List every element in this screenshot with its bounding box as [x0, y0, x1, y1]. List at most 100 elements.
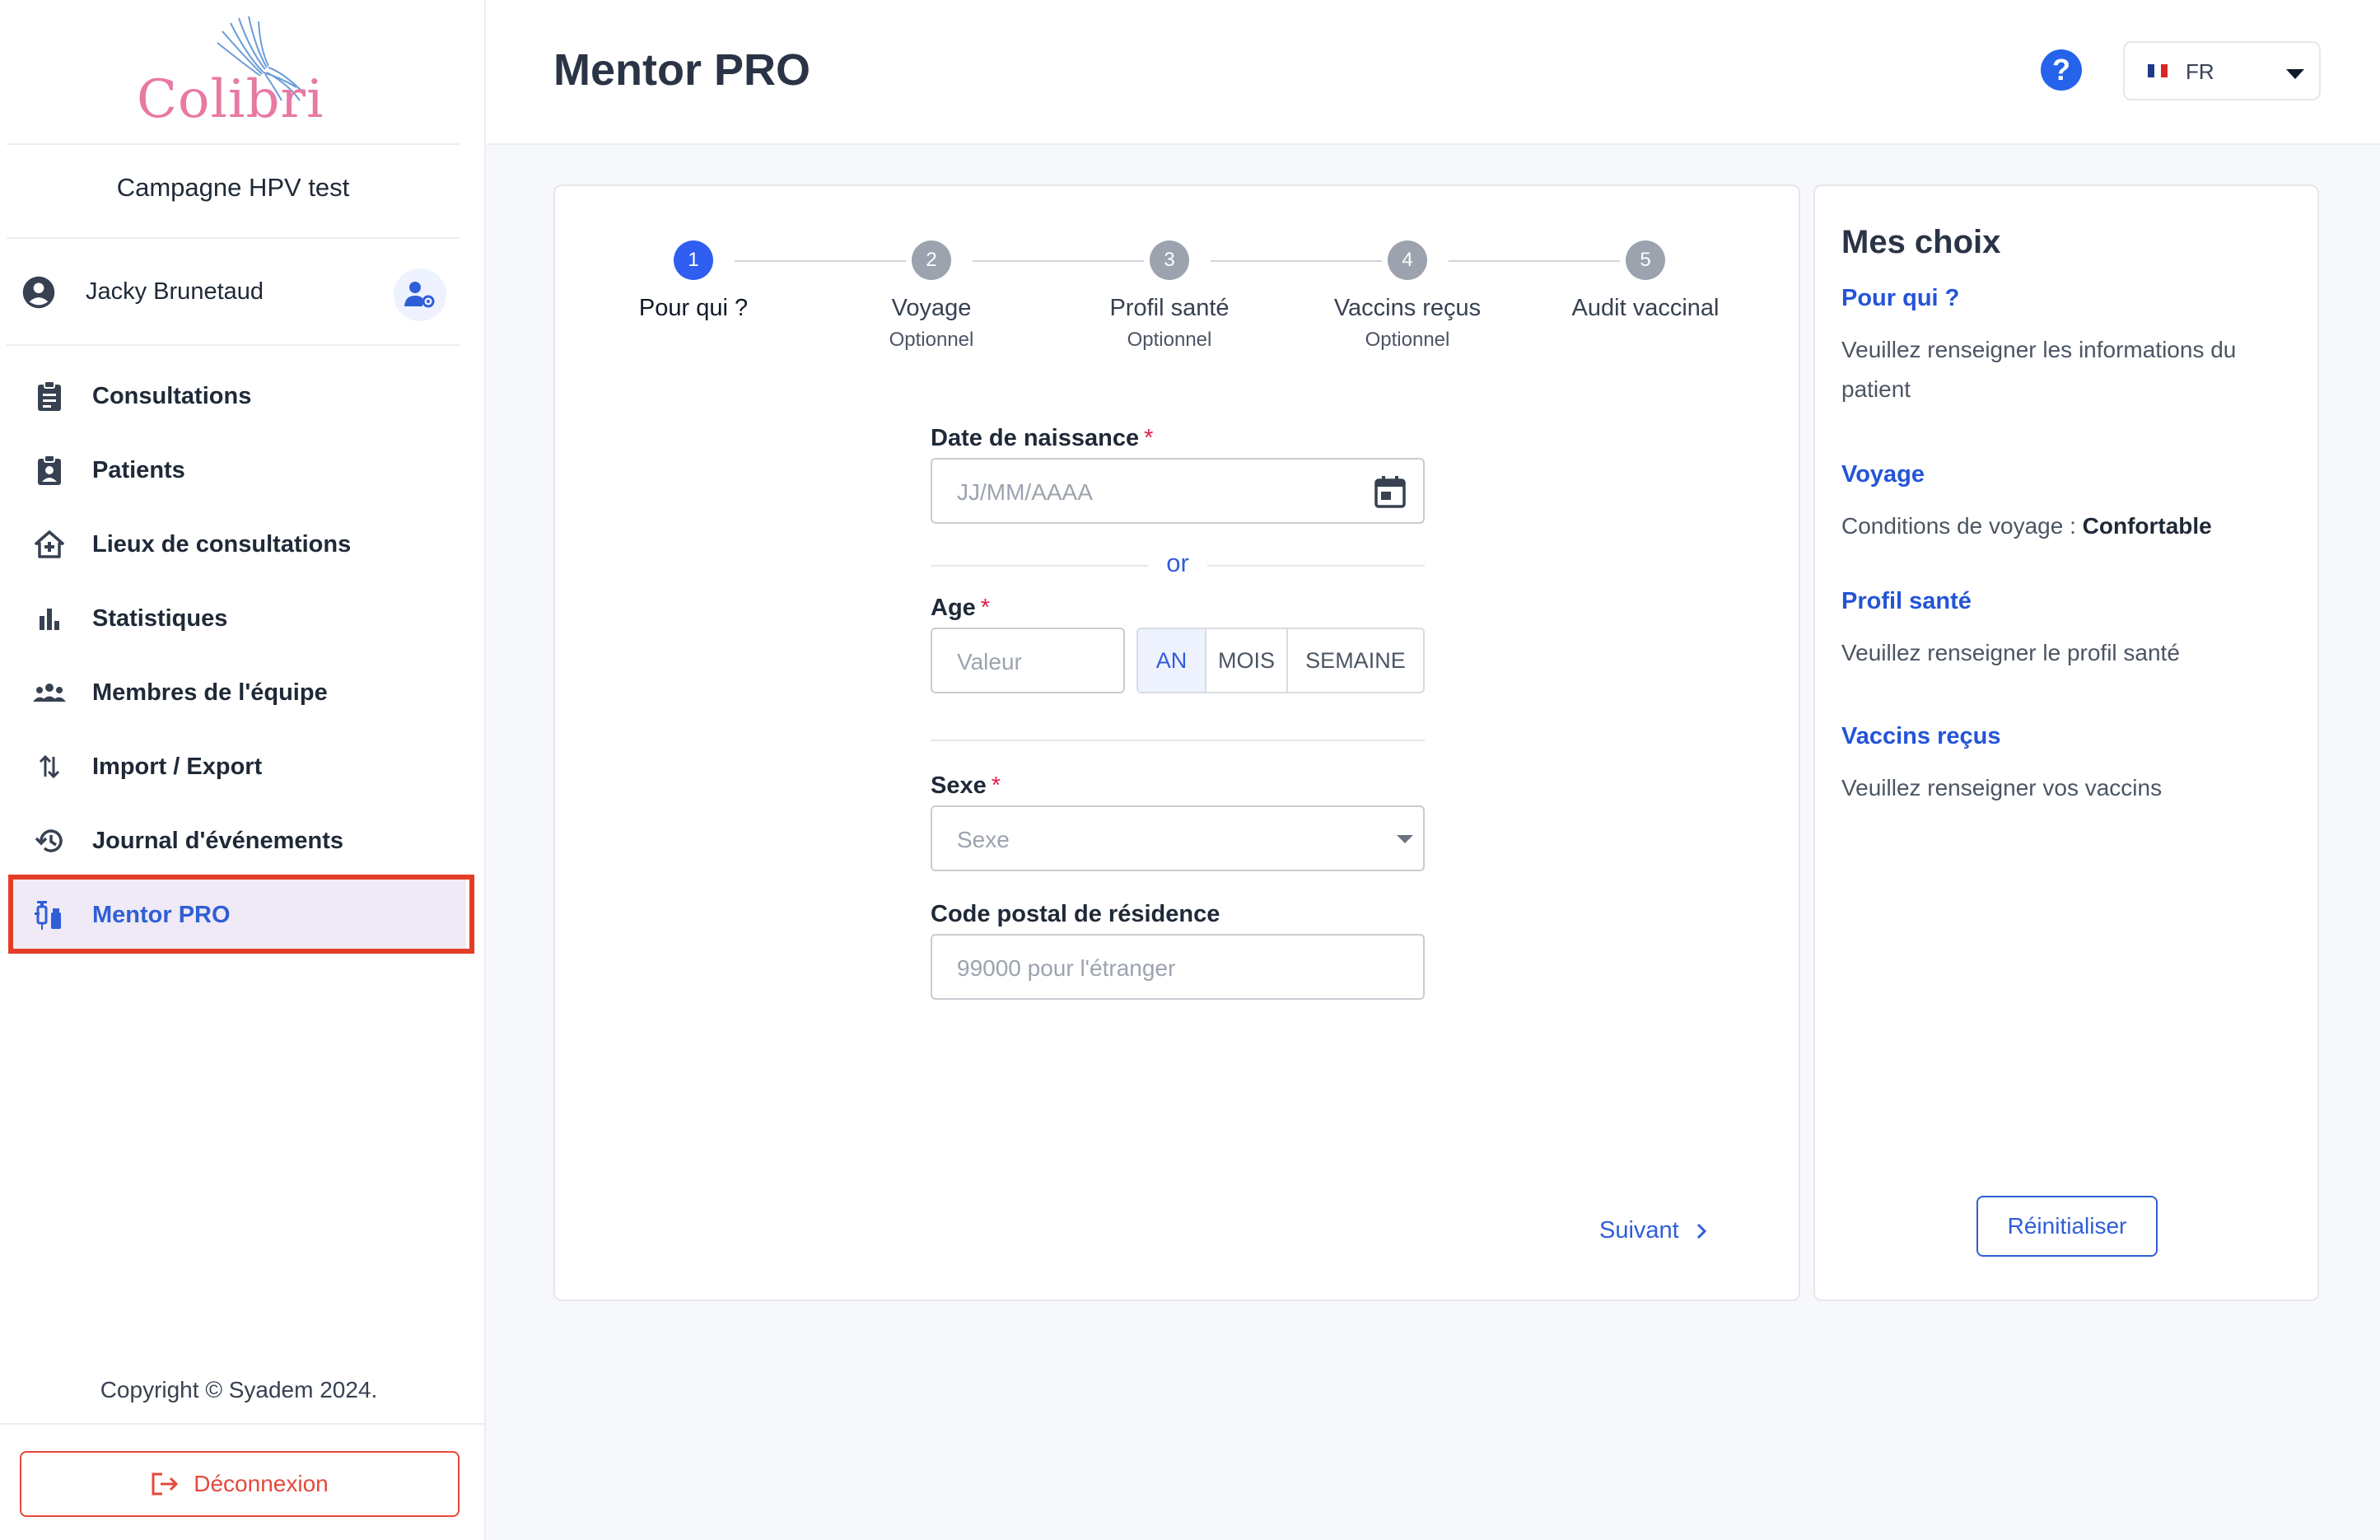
or-divider: or: [931, 545, 1425, 586]
sidebar-item-label: Consultations: [92, 382, 252, 409]
age-label-text: Age: [931, 595, 976, 621]
choice-text: Veuillez renseigner le profil santé: [1841, 640, 2180, 665]
postal-code-input[interactable]: 99000 pour l'étranger: [931, 934, 1425, 1000]
choice-text-label: Conditions de voyage :: [1841, 513, 2083, 539]
sidebar-item-label: Statistiques: [92, 604, 228, 632]
step-audit-vaccinal[interactable]: 5 Audit vaccinal: [1547, 240, 1744, 322]
sidebar-item-statistiques[interactable]: Statistiques: [8, 581, 466, 656]
birthdate-input[interactable]: JJ/MM/AAAA: [931, 458, 1425, 524]
patient-badge-icon: [33, 454, 66, 487]
calendar-icon[interactable]: [1374, 474, 1407, 509]
choice-text: Veuillez renseigner vos vaccins: [1841, 775, 2163, 800]
patient-form: Date de naissance * JJ/MM/AAAA or Age * Va…: [931, 425, 1425, 1000]
divider-line: [931, 565, 1148, 567]
sidebar-item-label: Lieux de consultations: [92, 530, 352, 558]
step-number: 1: [674, 240, 713, 280]
caret-down-icon: [2286, 69, 2304, 79]
sex-label: Sexe *: [931, 772, 1425, 805]
sex-label-text: Sexe: [931, 772, 987, 799]
age-row: Valeur AN MOIS SEMAINE: [931, 628, 1425, 693]
age-value-input[interactable]: Valeur: [931, 628, 1125, 693]
next-button[interactable]: Suivant: [1599, 1217, 1707, 1244]
step-profil-sante[interactable]: 3 Profil santé Optionnel: [1071, 240, 1268, 352]
language-select[interactable]: FR: [2123, 41, 2321, 100]
user-gear-icon: [404, 282, 435, 308]
help-icon: ?: [2052, 53, 2070, 86]
choice-profil-sante: Profil santé Veuillez renseigner le prof…: [1841, 588, 2303, 673]
age-label: Age *: [931, 595, 1425, 628]
history-icon: [33, 824, 66, 857]
choice-heading[interactable]: Pour qui ?: [1841, 285, 2303, 312]
step-optional: Optionnel: [1127, 329, 1212, 351]
birthdate-label-text: Date de naissance: [931, 425, 1140, 451]
birthdate-placeholder: JJ/MM/AAAA: [957, 479, 1093, 505]
or-text: or: [1166, 548, 1189, 577]
step-label: Voyage: [891, 295, 972, 321]
step-number: 4: [1388, 240, 1427, 280]
sidebar-item-import-export[interactable]: Import / Export: [8, 730, 466, 804]
sidebar-item-label: Membres de l'équipe: [92, 679, 328, 706]
choice-heading[interactable]: Vaccins reçus: [1841, 723, 2303, 750]
unit-an-button[interactable]: AN: [1138, 629, 1207, 692]
divider: [0, 1423, 486, 1425]
campaign-name: Campagne HPV test: [116, 173, 350, 202]
logo-text: Colibri: [137, 69, 324, 130]
logout-button[interactable]: Déconnexion: [20, 1451, 460, 1517]
step-optional: Optionnel: [889, 329, 974, 351]
copyright: Copyright © Syadem 2024.: [100, 1377, 378, 1402]
language-value: FR: [2186, 59, 2214, 84]
help-button[interactable]: ?: [2041, 49, 2082, 91]
step-voyage[interactable]: 2 Voyage Optionnel: [833, 240, 1030, 352]
unit-mois-button[interactable]: MOIS: [1206, 629, 1288, 692]
step-number: 5: [1626, 240, 1665, 280]
sidebar-item-membres[interactable]: Membres de l'équipe: [8, 656, 466, 730]
sidebar-item-label: Journal d'événements: [92, 827, 344, 854]
next-label: Suivant: [1599, 1217, 1679, 1244]
section-divider: [931, 740, 1425, 741]
required-mark: *: [980, 595, 991, 621]
divider: [7, 143, 460, 145]
france-flag-icon: [2148, 64, 2168, 77]
sidebar-item-patients[interactable]: Patients: [8, 433, 466, 507]
sidebar-item-journal[interactable]: Journal d'événements: [8, 804, 466, 878]
team-icon: [33, 676, 66, 709]
clipboard-icon: [33, 380, 66, 413]
user-row: Jacky Brunetaud: [21, 268, 450, 321]
page-title: Mentor PRO: [553, 45, 811, 95]
sex-select[interactable]: Sexe: [931, 805, 1425, 871]
sidebar-item-label: Import / Export: [92, 753, 263, 780]
step-number: 3: [1150, 240, 1189, 280]
sex-placeholder: Sexe: [957, 827, 1010, 852]
logout-icon: [152, 1472, 179, 1496]
step-pour-qui[interactable]: 1 Pour qui ?: [595, 240, 792, 322]
step-label: Audit vaccinal: [1571, 295, 1720, 321]
divider-line: [1207, 565, 1425, 567]
required-mark: *: [991, 772, 1001, 799]
step-vaccins-recus[interactable]: 4 Vaccins reçus Optionnel: [1309, 240, 1506, 352]
selection-highlight-box: [8, 875, 474, 954]
colibri-logo[interactable]: Colibri: [124, 12, 329, 135]
chevron-right-icon: [1696, 1223, 1706, 1239]
sidebar: Colibri Campagne HPV test Jacky Brunetau…: [0, 0, 486, 1540]
sidebar-item-consultations[interactable]: Consultations: [8, 359, 466, 433]
reset-button[interactable]: Réinitialiser: [1976, 1196, 2158, 1257]
choices-title: Mes choix: [1841, 224, 2001, 260]
home-plus-icon: [33, 528, 66, 561]
divider: [7, 237, 460, 239]
user-name: Jacky Brunetaud: [86, 278, 264, 305]
sidebar-item-lieux[interactable]: Lieux de consultations: [8, 507, 466, 581]
unit-semaine-button[interactable]: SEMAINE: [1288, 629, 1423, 692]
choice-pour-qui: Pour qui ? Veuillez renseigner les infor…: [1841, 285, 2303, 409]
choice-value: Confortable: [2082, 513, 2212, 539]
step-optional: Optionnel: [1365, 329, 1450, 351]
choice-heading[interactable]: Voyage: [1841, 461, 2303, 488]
step-label: Pour qui ?: [638, 295, 749, 321]
required-mark: *: [1144, 425, 1154, 451]
caret-down-icon: [1397, 835, 1413, 843]
user-settings-button[interactable]: [394, 268, 446, 321]
top-header: Mentor PRO ? FR: [486, 0, 2380, 145]
choice-heading[interactable]: Profil santé: [1841, 588, 2303, 615]
divider: [7, 344, 460, 346]
sidebar-item-label: Patients: [92, 456, 185, 483]
account-circle-icon: [22, 276, 55, 309]
